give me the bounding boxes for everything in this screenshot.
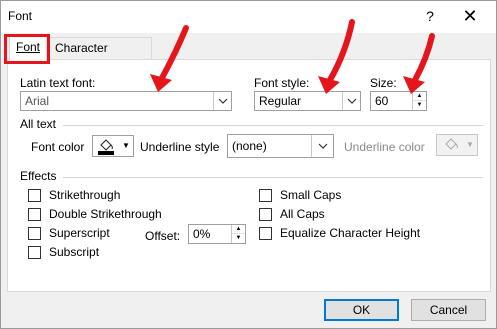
- latin-font-value: Arial: [25, 94, 50, 108]
- font-color-button[interactable]: ▼: [92, 135, 134, 157]
- paint-bucket-icon: [442, 137, 460, 156]
- size-spinner[interactable]: 60 ▲ ▼: [370, 91, 427, 111]
- all-caps-label: All Caps: [280, 207, 325, 221]
- font-tab-panel: Latin text font: Arial Font style: Regul…: [7, 59, 491, 292]
- title-bar: Font ? ✕: [1, 1, 496, 33]
- font-style-label: Font style:: [254, 76, 310, 90]
- small-caps-label: Small Caps: [280, 188, 342, 202]
- effects-header: Effects: [20, 169, 57, 183]
- chevron-down-icon: ▼: [466, 140, 474, 149]
- font-style-value: Regular: [259, 94, 302, 108]
- strikethrough-label: Strikethrough: [49, 188, 121, 202]
- size-value: 60: [375, 94, 389, 108]
- size-spin-buttons: ▲ ▼: [412, 92, 426, 110]
- cancel-button[interactable]: Cancel: [411, 299, 486, 321]
- strikethrough-checkbox[interactable]: [28, 189, 41, 202]
- button-bar: OK Cancel: [1, 294, 496, 328]
- spin-down-icon[interactable]: ▼: [413, 101, 426, 110]
- close-icon[interactable]: ✕: [457, 3, 483, 29]
- subscript-label: Subscript: [49, 245, 100, 259]
- group-divider: [63, 125, 483, 126]
- chevron-down-icon[interactable]: [342, 92, 360, 110]
- superscript-checkbox[interactable]: [28, 227, 41, 240]
- double-strikethrough-label: Double Strikethrough: [49, 207, 162, 221]
- help-icon[interactable]: ?: [419, 5, 441, 27]
- chevron-down-icon[interactable]: [311, 135, 333, 157]
- underline-style-value: (none): [232, 139, 267, 153]
- all-caps-checkbox[interactable]: [259, 208, 272, 221]
- equalize-height-checkbox[interactable]: [259, 227, 272, 240]
- ok-button[interactable]: OK: [324, 299, 399, 321]
- all-text-header: All text: [20, 117, 57, 131]
- font-color-label: Font color: [31, 140, 85, 154]
- latin-font-label: Latin text font:: [20, 76, 96, 90]
- spin-up-icon[interactable]: ▲: [232, 225, 245, 234]
- spin-up-icon[interactable]: ▲: [413, 92, 426, 101]
- chevron-down-icon[interactable]: [213, 92, 231, 110]
- size-label: Size:: [370, 76, 397, 90]
- font-style-combo[interactable]: Regular: [254, 91, 361, 111]
- dialog-title: Font: [8, 9, 33, 23]
- font-dialog: Font ? ✕ Font Character Spacing Latin te…: [0, 0, 497, 329]
- superscript-label: Superscript: [49, 226, 110, 240]
- underline-style-combo[interactable]: (none): [227, 134, 334, 158]
- offset-spinner[interactable]: 0% ▲ ▼: [188, 224, 246, 244]
- subscript-checkbox[interactable]: [28, 246, 41, 259]
- chevron-down-icon: ▼: [122, 141, 130, 150]
- underline-color-button[interactable]: ▼: [436, 134, 478, 156]
- tab-font-label: Font: [16, 40, 41, 54]
- paint-bucket-icon: [97, 138, 115, 158]
- offset-label: Offset:: [145, 229, 181, 243]
- equalize-height-label: Equalize Character Height: [280, 226, 421, 240]
- spin-down-icon[interactable]: ▼: [232, 234, 245, 243]
- offset-spin-buttons: ▲ ▼: [231, 225, 245, 243]
- group-divider: [63, 177, 483, 178]
- latin-font-combo[interactable]: Arial: [20, 91, 232, 111]
- offset-value: 0%: [193, 227, 211, 241]
- underline-style-label: Underline style: [140, 140, 220, 154]
- small-caps-checkbox[interactable]: [259, 189, 272, 202]
- double-strikethrough-checkbox[interactable]: [28, 208, 41, 221]
- tab-font[interactable]: Font: [9, 36, 47, 61]
- underline-color-label: Underline color: [344, 140, 425, 154]
- tab-character-spacing[interactable]: Character Spacing: [48, 37, 152, 76]
